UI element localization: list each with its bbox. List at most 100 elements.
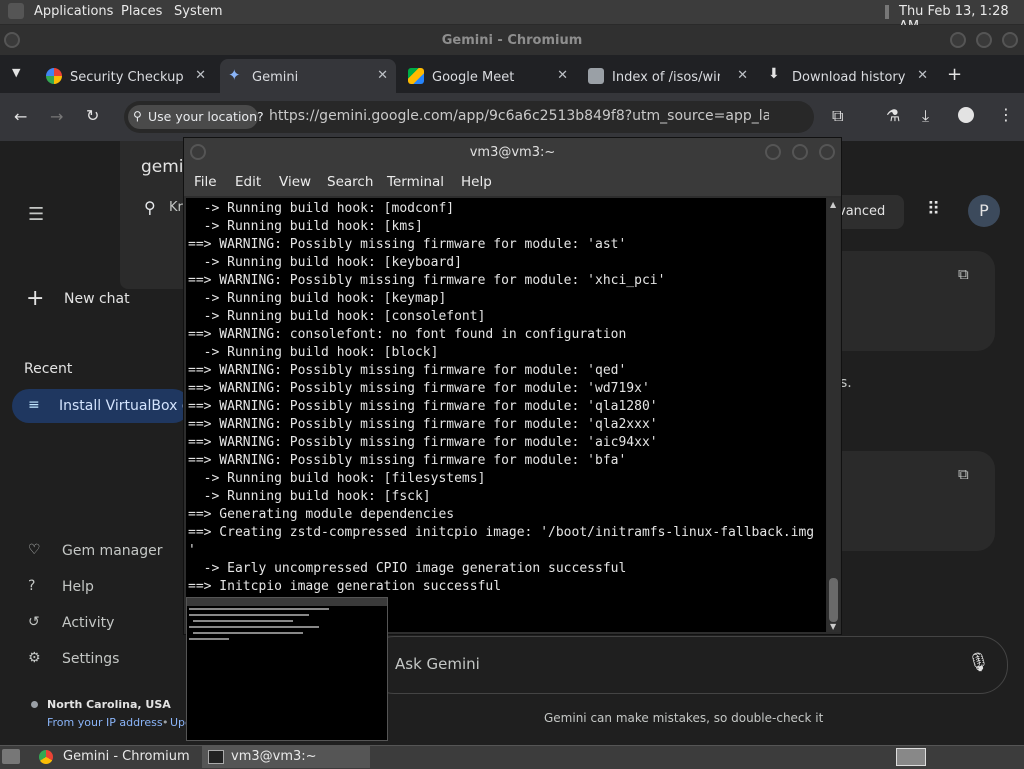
terminal-window[interactable]: vm3@vm3:~ File Edit View Search Terminal…: [183, 137, 842, 635]
taskbar-terminal[interactable]: vm3@vm3:~: [202, 746, 370, 768]
new-chat-plus-icon[interactable]: +: [26, 286, 44, 311]
terminal-line: -> Running build hook: [kms]: [203, 219, 423, 234]
back-icon[interactable]: ←: [14, 107, 27, 126]
terminal-menu-file[interactable]: File: [194, 174, 217, 190]
close-window-icon[interactable]: [1002, 32, 1018, 48]
terminal-line: -> Running build hook: [keymap]: [203, 291, 447, 306]
applications-menu[interactable]: Applications: [34, 4, 113, 19]
terminal-line: ==> WARNING: Possibly missing firmware f…: [188, 237, 627, 252]
terminal-menu-view[interactable]: View: [279, 174, 311, 190]
workspace-switcher[interactable]: [896, 748, 926, 766]
terminal-output[interactable]: -> Running build hook: [modconf] -> Runn…: [186, 198, 826, 632]
labs-flask-icon[interactable]: ⚗: [886, 106, 900, 125]
activity-link[interactable]: Activity: [62, 615, 114, 631]
terminal-line: ==> Creating zstd-compressed initcpio im…: [188, 525, 815, 540]
system-menu[interactable]: System: [174, 4, 222, 19]
gem-manager-link[interactable]: Gem manager: [62, 543, 162, 559]
close-tab-icon[interactable]: ✕: [737, 68, 748, 83]
terminal-close-icon[interactable]: [819, 144, 835, 160]
location-permission-chip[interactable]: ⚲ Use your location?: [128, 105, 264, 129]
forward-icon[interactable]: →: [50, 107, 63, 126]
settings-gear-icon: ⚙: [28, 650, 41, 666]
terminal-line: ==> WARNING: Possibly missing firmware f…: [188, 381, 650, 396]
terminal-line: -> Running build hook: [block]: [203, 345, 439, 360]
terminal-line: ': [188, 543, 196, 558]
gem-manager-icon: ♡: [28, 542, 41, 558]
terminal-line: -> Running build hook: [consolefont]: [203, 309, 486, 324]
terminal-line: -> Early uncompressed CPIO image generat…: [203, 561, 627, 576]
terminal-line: ==> Initcpio image generation successful: [188, 579, 502, 594]
terminal-titlebar[interactable]: vm3@vm3:~: [184, 138, 841, 166]
terminal-line: -> Running build hook: [modconf]: [203, 201, 455, 216]
recent-chat-item[interactable]: ≡ Install VirtualBox o: [12, 389, 190, 423]
window-titlebar[interactable]: Gemini - Chromium: [0, 25, 1024, 55]
chat-icon: ≡: [28, 397, 40, 413]
terminal-maximize-icon[interactable]: [792, 144, 808, 160]
new-tab-icon[interactable]: +: [947, 64, 962, 85]
scroll-up-icon[interactable]: ▲: [830, 200, 836, 209]
terminal-minimize-icon[interactable]: [765, 144, 781, 160]
close-tab-icon[interactable]: ✕: [557, 68, 568, 83]
distro-logo-icon[interactable]: [8, 3, 24, 19]
copy-icon[interactable]: ⧉: [958, 465, 969, 483]
reload-icon[interactable]: ↻: [86, 106, 99, 125]
terminal-line: ==> WARNING: consolefont: no font found …: [188, 327, 627, 342]
show-desktop-icon[interactable]: [2, 749, 20, 764]
profile-icon[interactable]: [958, 107, 974, 123]
tab-index-isos[interactable]: Index of /isos/wind ✕: [580, 59, 756, 93]
kebab-menu-icon[interactable]: ⋮: [998, 105, 1014, 124]
window-preview-thumbnail[interactable]: [186, 597, 388, 741]
system-panel: Applications Places System Thu Feb 13, 1…: [0, 0, 1024, 34]
terminal-menu-terminal[interactable]: Terminal: [387, 174, 444, 190]
minimize-icon[interactable]: [950, 32, 966, 48]
close-tab-icon[interactable]: ✕: [377, 68, 388, 83]
terminal-line: ==> WARNING: Possibly missing firmware f…: [188, 453, 627, 468]
location-pin-icon: ⚲: [144, 198, 156, 217]
terminal-menu-search[interactable]: Search: [327, 174, 373, 190]
extensions-icon[interactable]: ⧉: [832, 106, 843, 126]
scrollbar-thumb[interactable]: [829, 578, 838, 622]
terminal-menu-help[interactable]: Help: [461, 174, 492, 190]
thumbnail-menubar: [187, 598, 387, 606]
ask-gemini-input[interactable]: Ask Gemini 🎙: [366, 636, 1008, 694]
terminal-text: -> Running build hook: [modconf] -> Runn…: [186, 198, 826, 596]
gemini-sparkle-icon: ✦: [228, 66, 241, 84]
tab-security-checkup[interactable]: Security Checkup ✕: [38, 59, 214, 93]
close-tab-icon[interactable]: ✕: [917, 68, 928, 83]
terminal-line: ==> WARNING: Possibly missing firmware f…: [188, 273, 666, 288]
terminal-line: -> Running build hook: [filesystems]: [203, 471, 486, 486]
url-text[interactable]: https://gemini.google.com/app/9c6a6c2513…: [269, 108, 769, 124]
terminal-scrollbar[interactable]: ▲ ▼: [827, 198, 840, 632]
tab-gemini[interactable]: ✦ Gemini ✕: [220, 59, 396, 93]
tab-download-history[interactable]: ⬇ Download history ✕: [760, 59, 936, 93]
help-link[interactable]: Help: [62, 579, 94, 595]
terminal-icon: [208, 750, 224, 764]
location-pin-icon: ⚲: [133, 109, 142, 123]
tab-strip: ▼ Security Checkup ✕ ✦ Gemini ✕ Google M…: [0, 55, 1024, 93]
location-source-link[interactable]: From your IP address: [47, 716, 163, 729]
download-icon: ⬇: [768, 66, 780, 82]
bottom-taskbar: Gemini - Chromium vm3@vm3:~: [0, 745, 1024, 769]
downloads-icon[interactable]: ⤓: [922, 106, 929, 126]
terminal-line: ==> Generating module dependencies: [188, 507, 455, 522]
location-text: North Carolina, USA: [47, 698, 171, 711]
terminal-menu-edit[interactable]: Edit: [235, 174, 261, 190]
account-avatar[interactable]: P: [968, 195, 1000, 227]
places-menu[interactable]: Places: [121, 4, 162, 19]
close-tab-icon[interactable]: ✕: [195, 68, 206, 83]
settings-link[interactable]: Settings: [62, 651, 119, 667]
scroll-down-icon[interactable]: ▼: [830, 622, 836, 631]
terminal-line: ==> WARNING: Possibly missing firmware f…: [188, 435, 658, 450]
hamburger-menu-icon[interactable]: ☰: [28, 204, 44, 225]
location-dot-icon: [31, 701, 38, 708]
copy-icon[interactable]: ⧉: [958, 265, 969, 283]
maximize-icon[interactable]: [976, 32, 992, 48]
tab-google-meet[interactable]: Google Meet ✕: [400, 59, 576, 93]
microphone-icon[interactable]: 🎙: [967, 652, 990, 673]
prompt-bubble-1: ⧉: [835, 251, 995, 351]
new-chat-button[interactable]: New chat: [64, 291, 130, 307]
tab-search-icon[interactable]: ▼: [12, 66, 20, 79]
taskbar-chromium[interactable]: Gemini - Chromium: [32, 746, 198, 768]
disclaimer-text: Gemini can make mistakes, so double-chec…: [544, 711, 824, 725]
apps-grid-icon[interactable]: ⠿: [927, 199, 940, 220]
